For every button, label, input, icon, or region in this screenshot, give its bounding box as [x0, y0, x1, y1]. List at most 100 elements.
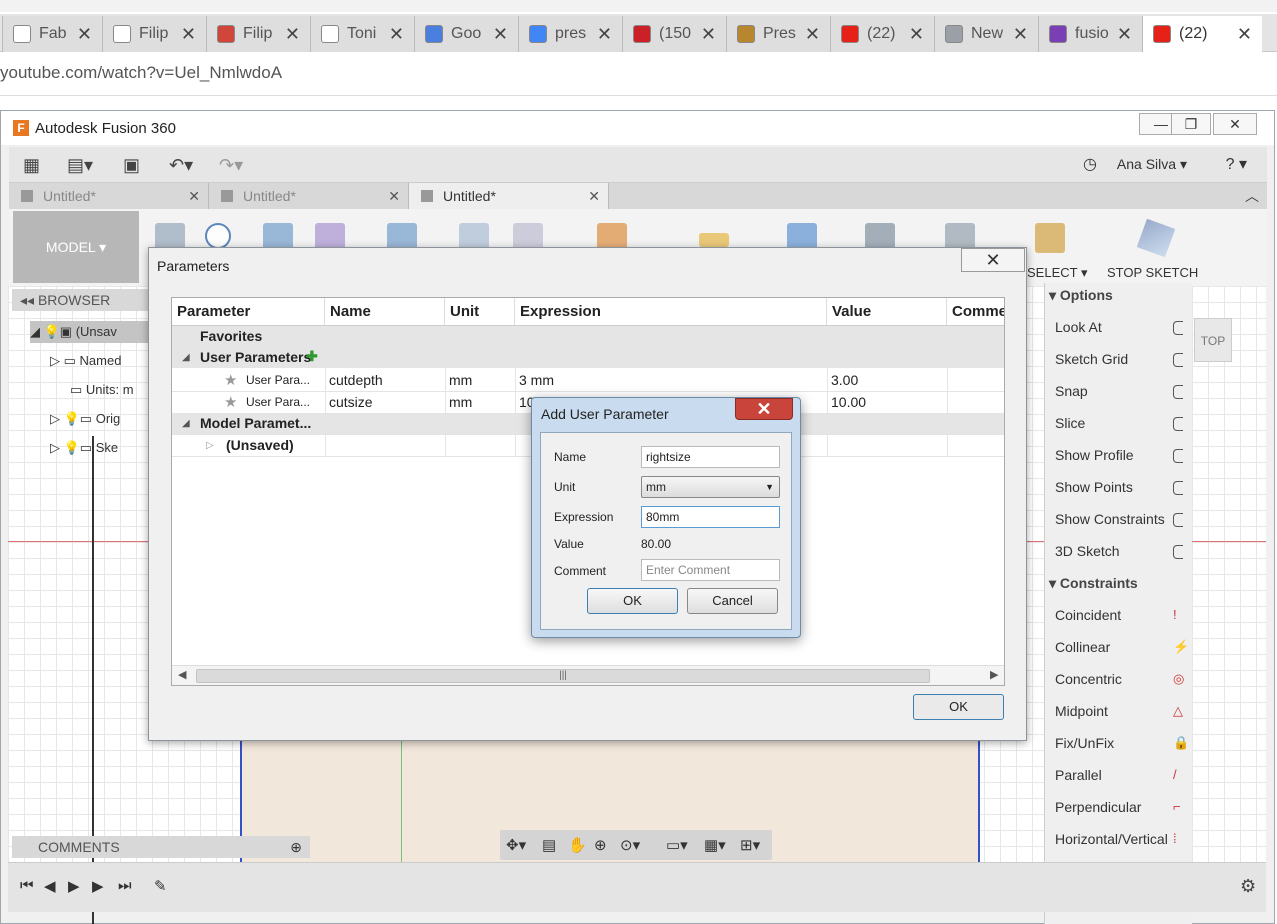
step-forward-icon[interactable]: ▶ [92, 877, 104, 895]
constraints-section-header[interactable]: ▾ Constraints [1049, 575, 1138, 592]
close-tab-icon[interactable]: ✕ [1117, 24, 1132, 45]
redo-icon[interactable]: ↷▾ [219, 155, 243, 176]
stop-sketch-button[interactable]: STOP SKETCH [1107, 265, 1198, 280]
grid-settings-icon[interactable]: ▦▾ [704, 836, 726, 854]
browser-tab[interactable]: fusio ✕ [1038, 16, 1142, 52]
add-parameter-icon[interactable]: ✚ [306, 348, 318, 365]
col-header-parameter[interactable]: Parameter [172, 298, 325, 326]
browser-sketches[interactable]: ▷ 💡▭ Ske [50, 437, 118, 459]
workspace-switcher[interactable]: MODEL ▾ [13, 211, 139, 283]
sketch-feature-icon[interactable]: ✎ [154, 877, 167, 895]
unit-select[interactable]: mm ▼ [641, 476, 780, 498]
browser-named-views[interactable]: ▷ ▭ Named [50, 350, 121, 372]
favorite-star-icon[interactable]: ★ [224, 371, 237, 389]
select-menu[interactable]: SELECT ▾ [1027, 265, 1087, 281]
constraint-item[interactable]: Coincident [1055, 607, 1121, 623]
close-tab-icon[interactable]: ✕ [77, 24, 92, 45]
browser-tab[interactable]: New ✕ [934, 16, 1038, 52]
zoom-icon[interactable]: ⊕ [594, 836, 607, 854]
close-tab-icon[interactable]: ✕ [1237, 24, 1252, 45]
constraint-item[interactable]: Midpoint [1055, 703, 1108, 719]
constraint-icon[interactable]: ! [1173, 607, 1177, 622]
checkbox-icon[interactable] [1173, 417, 1183, 431]
scroll-thumb[interactable]: ||| [196, 669, 930, 683]
help-icon[interactable]: ? ▾ [1226, 154, 1247, 174]
viewports-icon[interactable]: ⊞▾ [740, 836, 760, 854]
constraint-item[interactable]: Fix/UnFix [1055, 735, 1114, 751]
measure-icon[interactable] [699, 233, 729, 247]
job-status-icon[interactable]: ◷ [1083, 154, 1097, 174]
expand-triangle-icon[interactable]: ▷ [206, 440, 214, 451]
browser-tab[interactable]: (22) ✕ [830, 16, 934, 52]
settings-gear-icon[interactable]: ⚙ [1240, 876, 1256, 897]
browser-tab[interactable]: (150 ✕ [622, 16, 726, 52]
col-header-comment[interactable]: Comme [947, 298, 1004, 326]
close-icon[interactable]: ✕ [588, 183, 600, 209]
close-icon[interactable]: ✕ [188, 183, 200, 209]
display-settings-icon[interactable]: ▭▾ [666, 836, 688, 854]
browser-root-item[interactable]: ◢ 💡▣ (Unsav [30, 321, 158, 343]
constraint-item[interactable]: Parallel [1055, 767, 1102, 783]
select-brush-icon[interactable] [1035, 223, 1065, 253]
col-header-expression[interactable]: Expression [515, 298, 827, 326]
palette-option[interactable]: Slice [1055, 415, 1085, 431]
browser-tab[interactable]: Goo ✕ [414, 16, 518, 52]
constraint-icon[interactable]: ◎ [1173, 671, 1184, 687]
horizontal-scrollbar[interactable]: ◀ ||| ▶ [172, 665, 1004, 685]
browser-origin[interactable]: ▷ 💡▭ Orig [50, 408, 120, 430]
palette-option[interactable]: Snap [1055, 383, 1088, 399]
expression-field[interactable]: 80mm [641, 506, 780, 528]
comments-panel[interactable]: COMMENTS ⊕ [12, 836, 310, 858]
unsaved-label[interactable]: (Unsaved) [222, 434, 294, 456]
arc-icon[interactable] [205, 223, 231, 249]
doc-tab-1[interactable]: Untitled* ✕ [9, 183, 209, 209]
close-tab-icon[interactable]: ✕ [285, 24, 300, 45]
close-tab-icon[interactable]: ✕ [805, 24, 820, 45]
apps-grid-icon[interactable]: ▦ [23, 155, 40, 176]
ok-button[interactable]: OK [587, 588, 678, 614]
constraint-icon[interactable]: / [1173, 767, 1177, 782]
palette-option[interactable]: Show Points [1055, 479, 1133, 495]
palette-option[interactable]: Look At [1055, 319, 1102, 335]
col-header-unit[interactable]: Unit [445, 298, 515, 326]
constraint-icon[interactable]: ⁞ [1173, 831, 1177, 846]
name-field[interactable]: rightsize [641, 446, 780, 468]
close-tab-icon[interactable]: ✕ [909, 24, 924, 45]
doc-tab-3[interactable]: Untitled* ✕ [409, 183, 609, 209]
browser-tab[interactable]: (22) ✕ [1142, 16, 1262, 52]
close-tab-icon[interactable]: ✕ [493, 24, 508, 45]
constraint-item[interactable]: Perpendicular [1055, 799, 1141, 815]
palette-option[interactable]: Show Constraints [1055, 511, 1165, 527]
options-section-header[interactable]: ▾ Options [1049, 287, 1113, 304]
close-window-button[interactable]: ✕ [1213, 113, 1257, 135]
checkbox-icon[interactable] [1173, 545, 1183, 559]
col-header-name[interactable]: Name [325, 298, 445, 326]
browser-tab[interactable]: Toni ✕ [310, 16, 414, 52]
play-icon[interactable]: ▶ [68, 877, 80, 895]
go-to-end-icon[interactable]: ⏭ [118, 877, 132, 894]
pan-icon[interactable]: ✋ [568, 836, 587, 854]
expand-triangle-icon[interactable]: ◢ [182, 352, 190, 363]
constraint-icon[interactable]: △ [1173, 703, 1183, 719]
palette-option[interactable]: 3D Sketch [1055, 543, 1120, 559]
checkbox-icon[interactable] [1173, 353, 1183, 367]
doc-tab-2[interactable]: Untitled* ✕ [209, 183, 409, 209]
browser-tab[interactable]: Pres ✕ [726, 16, 830, 52]
orbit-icon[interactable]: ✥▾ [506, 836, 526, 854]
scroll-left-icon[interactable]: ◀ [178, 668, 186, 681]
save-icon[interactable]: ▣ [123, 155, 140, 176]
close-tab-icon[interactable]: ✕ [597, 24, 612, 45]
browser-units[interactable]: ▭ Units: m [70, 379, 134, 401]
view-cube[interactable]: TOP [1194, 318, 1232, 362]
palette-option[interactable]: Show Profile [1055, 447, 1134, 463]
browser-panel-header[interactable]: ◂◂ BROWSER [12, 289, 152, 311]
checkbox-icon[interactable] [1173, 321, 1183, 335]
col-header-value[interactable]: Value [827, 298, 947, 326]
go-to-start-icon[interactable]: ⏮ [20, 877, 34, 894]
collapse-chevron-icon[interactable]: ︿ [1245, 186, 1259, 206]
checkbox-icon[interactable] [1173, 513, 1183, 527]
scroll-right-icon[interactable]: ▶ [990, 668, 998, 681]
close-dialog-button[interactable]: ✕ [961, 248, 1025, 272]
step-back-icon[interactable]: ◀ [44, 877, 56, 895]
constraint-icon[interactable]: ⌐ [1173, 799, 1181, 814]
